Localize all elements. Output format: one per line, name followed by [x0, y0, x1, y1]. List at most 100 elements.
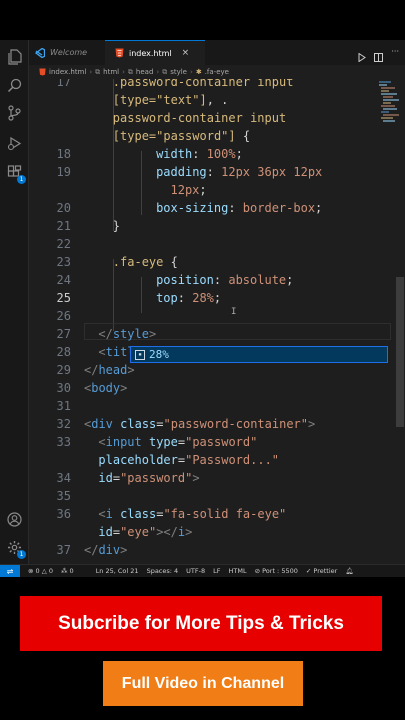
code-line: </div> — [84, 543, 127, 557]
tab-label: Welcome — [50, 48, 88, 57]
html5-icon — [115, 48, 124, 58]
code-line: box-sizing: border-box; — [127, 201, 322, 215]
problems-indicator[interactable]: ⊗ 0 △ 0 — [28, 567, 53, 575]
language-mode[interactable]: HTML — [228, 567, 246, 575]
breadcrumb-html[interactable]: html — [103, 68, 119, 76]
autocomplete-suggestion[interactable]: ▪ 28% — [130, 346, 388, 363]
code-line: .fa-eye { — [113, 255, 178, 269]
run-icon[interactable] — [358, 47, 367, 66]
code-line: width: 100%; — [127, 147, 243, 161]
breadcrumb-style[interactable]: style — [170, 68, 187, 76]
breadcrumb-head[interactable]: head — [136, 68, 153, 76]
code-line: <input type="password" — [98, 435, 257, 449]
extensions-badge: 1 — [17, 175, 26, 184]
subscribe-banner[interactable]: Subcribe for More Tips & Tricks — [20, 596, 382, 651]
code-line: </style> — [98, 327, 156, 341]
settings-badge: 1 — [17, 550, 26, 559]
code-token: > — [127, 363, 135, 377]
line-number: 25 — [56, 291, 71, 305]
settings-gear-icon[interactable]: 1 — [5, 538, 26, 559]
encoding[interactable]: UTF-8 — [186, 567, 205, 575]
split-editor-icon[interactable] — [374, 47, 384, 66]
line-number: 17 — [56, 79, 71, 89]
code-token: position — [127, 273, 214, 287]
code-token: ; — [199, 183, 207, 197]
code-token: ></ — [156, 525, 178, 539]
code-token: head — [98, 363, 128, 377]
tab-bar: Welcome index.html × ··· — [29, 40, 405, 66]
breadcrumb-file[interactable]: index.html — [49, 68, 86, 76]
full-video-banner[interactable]: Full Video in Channel — [103, 661, 303, 706]
tab-index-html[interactable]: index.html × — [105, 40, 205, 65]
code-token: = — [112, 471, 121, 485]
code-token: > — [120, 543, 128, 557]
code-token: < — [98, 507, 106, 521]
source-control-icon[interactable] — [5, 104, 23, 122]
code-token: > — [120, 381, 128, 395]
code-token: i — [105, 507, 113, 521]
account-icon[interactable] — [5, 510, 23, 528]
extensions-icon[interactable]: 1 — [5, 163, 26, 184]
minimap-preview — [379, 81, 399, 122]
code-token: 12px 36px 12px — [221, 165, 323, 179]
code-token: = — [112, 525, 121, 539]
run-debug-icon[interactable] — [5, 134, 23, 152]
activity-bar: 1 1 — [0, 40, 29, 564]
code-token: ; — [286, 273, 294, 287]
ports-indicator[interactable]: ⁂ 0 — [61, 567, 74, 575]
code-line: padding: 12px 36px 12px — [127, 165, 322, 179]
code-token: top — [127, 291, 178, 305]
end-of-line[interactable]: LF — [213, 567, 220, 575]
breadcrumb: index.html › ⧉ html › ⧉ head › ⧉ style ›… — [29, 65, 405, 79]
vscode-window: 1 1 Welcome index.html × ··· index.html … — [0, 40, 405, 577]
more-actions-icon[interactable]: ··· — [391, 47, 399, 66]
breadcrumb-selector[interactable]: .fa-eye — [205, 68, 229, 76]
code-token: ; — [315, 201, 323, 215]
suggestion-label: 28% — [149, 348, 169, 361]
code-token: class — [112, 417, 157, 431]
code-token: </ — [84, 363, 99, 377]
explorer-icon[interactable] — [5, 48, 23, 66]
line-number: 36 — [56, 507, 71, 521]
code-token: "password-container" — [163, 417, 309, 431]
line-number: 29 — [56, 363, 71, 377]
code-line: <div class="password-container"> — [84, 417, 315, 431]
code-token: style — [112, 327, 149, 341]
code-token: [type="password"] — [112, 129, 236, 143]
code-token: body — [91, 381, 121, 395]
code-token: } — [112, 219, 121, 233]
close-icon[interactable]: × — [182, 48, 190, 58]
code-token: { — [235, 129, 251, 143]
line-number: 37 — [56, 543, 71, 557]
code-token: < — [98, 435, 106, 449]
code-token: : — [192, 147, 207, 161]
status-bar: ⇌ ⊗ 0 △ 0 ⁂ 0 Ln 25, Col 21 Spaces: 4 UT… — [0, 564, 405, 577]
code-line: .password-container input — [113, 79, 294, 89]
live-server-port[interactable]: ⊘ Port : 5500 — [255, 567, 298, 575]
notifications-bell-icon[interactable]: 🔔︎ — [345, 567, 353, 575]
line-number: 27 — [56, 327, 71, 341]
code-token: 28% — [192, 291, 214, 305]
prettier-label: Prettier — [313, 567, 338, 575]
code-line: <body> — [84, 381, 127, 395]
search-icon[interactable] — [5, 76, 23, 94]
indentation[interactable]: Spaces: 4 — [147, 567, 179, 575]
broadcast-icon: ⊘ — [254, 567, 261, 575]
cursor-position[interactable]: Ln 25, Col 21 — [96, 567, 139, 575]
code-line: placeholder="Password..." — [98, 453, 279, 467]
element-icon: ⧉ — [127, 67, 133, 76]
code-token: div — [91, 417, 113, 431]
tab-welcome[interactable]: Welcome — [29, 40, 105, 65]
code-editor[interactable]: 17 18 19 20 21 22 23 24 25 26 27 28 29 30 31 32 33 34 35 36… — [29, 79, 405, 564]
remote-icon[interactable]: ⇌ — [0, 565, 20, 577]
code-token: placeholder — [98, 453, 178, 467]
element-icon: ⧉ — [162, 67, 168, 76]
code-token: input — [105, 435, 142, 449]
vertical-scrollbar[interactable] — [396, 277, 404, 427]
html5-icon — [39, 68, 46, 76]
code-token: </ — [98, 327, 113, 341]
warning-icon: △ — [41, 567, 47, 575]
antenna-icon: ⁂ — [60, 567, 68, 575]
line-number: 26 — [56, 309, 71, 323]
prettier-status[interactable]: ✓ Prettier — [306, 567, 337, 575]
